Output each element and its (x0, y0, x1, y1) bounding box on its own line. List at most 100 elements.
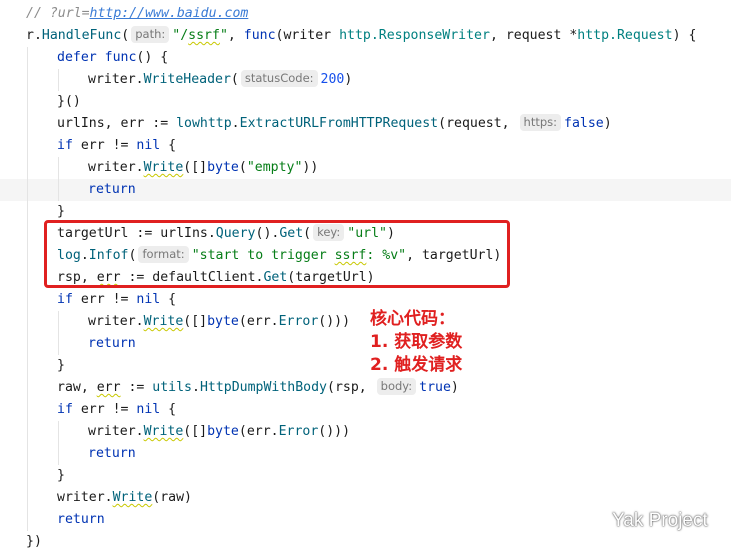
code-line[interactable]: writer.WriteHeader(statusCode: 200) (0, 69, 731, 91)
code-token: "url" (347, 226, 387, 241)
code-line[interactable]: log.Infof(format: "start to trigger ssrf:… (0, 245, 731, 267)
code-token: ssrf (188, 28, 220, 43)
code-text: raw, err := utils.HttpDumpWithBody(rsp, … (57, 377, 459, 399)
code-token: utils (152, 380, 192, 395)
code-token: return (88, 182, 136, 197)
indent-guide (58, 69, 59, 91)
indent-guide (27, 399, 28, 421)
wechat-icon (580, 511, 604, 530)
code-token: }) (26, 534, 42, 549)
code-token: " (219, 28, 228, 43)
indent-guide (27, 267, 28, 289)
parameter-hint: statusCode: (240, 70, 318, 87)
code-token: , request * (489, 28, 578, 43)
code-line[interactable]: return (0, 333, 731, 355)
code-token: ( (238, 160, 247, 175)
code-text: return (88, 333, 136, 355)
code-line[interactable]: // ?url=http://www.baidu.com (0, 3, 731, 25)
code-line[interactable]: rsp, err := defaultClient.Get(targetUrl) (0, 267, 731, 289)
code-token: func (243, 28, 276, 43)
indent-guide (27, 333, 28, 355)
annotation-step-1: 1. 获取参数 (370, 332, 463, 352)
code-line[interactable]: } (0, 201, 731, 223)
watermark: Yak Project (580, 510, 708, 532)
code-line[interactable]: if err != nil { (0, 135, 731, 157)
code-line[interactable]: urlIns, err := lowhttp.ExtractURLFromHTT… (0, 113, 731, 135)
code-token: ) (386, 226, 395, 241)
code-token: ExtractURLFromHTTPRequest (239, 116, 439, 131)
code-token: lowhttp (176, 116, 232, 131)
code-token: } (57, 468, 65, 483)
code-token: := (120, 380, 153, 395)
indent-guide (27, 179, 28, 201)
code-token: false (564, 116, 604, 131)
code-token: : %v" (366, 248, 407, 263)
code-token: Error (278, 314, 319, 329)
code-line[interactable]: }) (0, 531, 731, 553)
code-line[interactable]: writer.Write([]byte(err.Error())) (0, 311, 731, 333)
code-token: ( (303, 226, 312, 241)
code-token: ( (121, 28, 130, 43)
code-token: (raw) (152, 490, 192, 505)
parameter-hint: format: (138, 246, 189, 263)
indent-guide (27, 355, 28, 377)
code-line[interactable]: return (0, 443, 731, 465)
code-token: Get (279, 226, 304, 241)
indent-guide (27, 157, 28, 179)
code-token: ) { (672, 28, 697, 43)
code-token: := defaultClient. (120, 270, 264, 285)
code-text: log.Infof(format: "start to trigger ssrf:… (57, 245, 501, 267)
code-token: nil (136, 292, 161, 307)
indent-guide (27, 465, 28, 487)
code-token: , (227, 28, 244, 43)
code-token: "/ (172, 28, 189, 43)
indent-guide (27, 311, 28, 333)
code-line[interactable]: }() (0, 91, 731, 113)
code-token: , targetUrl) (406, 248, 502, 263)
code-token: { (160, 138, 177, 153)
code-token: writer. (88, 424, 144, 439)
code-token: err != (80, 292, 137, 307)
code-text: // ?url=http://www.baidu.com (26, 3, 248, 25)
code-line[interactable]: r.HandleFunc(path: "/ssrf", func(writer h… (0, 25, 731, 47)
code-line[interactable]: raw, err := utils.HttpDumpWithBody(rsp, … (0, 377, 731, 399)
code-token: Infof (88, 248, 129, 263)
indent-guide (27, 289, 28, 311)
code-line[interactable]: targetUrl := urlIns.Query().Get(key: "url… (0, 223, 731, 245)
code-token: (err. (238, 424, 279, 439)
code-line[interactable]: writer.Write([]byte("empty")) (0, 157, 731, 179)
code-token: (err. (238, 314, 279, 329)
code-token: func (104, 50, 137, 65)
code-token: (request, (438, 116, 518, 131)
code-token: ) (344, 72, 353, 87)
code-token: return (88, 336, 136, 351)
code-token: WriteHeader (143, 72, 231, 87)
indent-guide (58, 333, 59, 355)
code-line[interactable]: if err != nil { (0, 289, 731, 311)
code-token: urlIns, err := (57, 116, 177, 131)
code-line[interactable]: if err != nil { (0, 399, 731, 421)
code-token: 200 (320, 72, 345, 87)
code-text: return (57, 509, 105, 531)
indent-guide (27, 91, 28, 113)
code-line[interactable]: writer.Write(raw) (0, 487, 731, 509)
code-text: r.HandleFunc(path: "/ssrf", func(writer h… (26, 25, 696, 47)
code-editor[interactable]: // ?url=http://www.baidu.com r.HandleFunc… (0, 0, 731, 556)
code-token: (). (255, 226, 280, 241)
code-token: Write (143, 424, 184, 439)
indent-guide (27, 443, 28, 465)
watermark-text: Yak Project (612, 510, 708, 531)
code-line[interactable]: defer func() { (0, 47, 731, 69)
code-text: }) (26, 531, 42, 553)
code-line[interactable]: return (0, 179, 731, 201)
parameter-hint: https: (519, 114, 562, 131)
indent-guide (27, 47, 28, 69)
code-line[interactable]: } (0, 355, 731, 377)
code-line[interactable]: writer.Write([]byte(err.Error())) (0, 421, 731, 443)
code-line[interactable]: } (0, 465, 731, 487)
core-code-annotation: 核心代码： 1. 获取参数 2. 触发请求 (370, 308, 462, 377)
code-token: } (57, 358, 65, 373)
code-token: HttpDumpWithBody (199, 380, 327, 395)
code-token: . (80, 248, 89, 263)
code-token: ) (450, 380, 459, 395)
